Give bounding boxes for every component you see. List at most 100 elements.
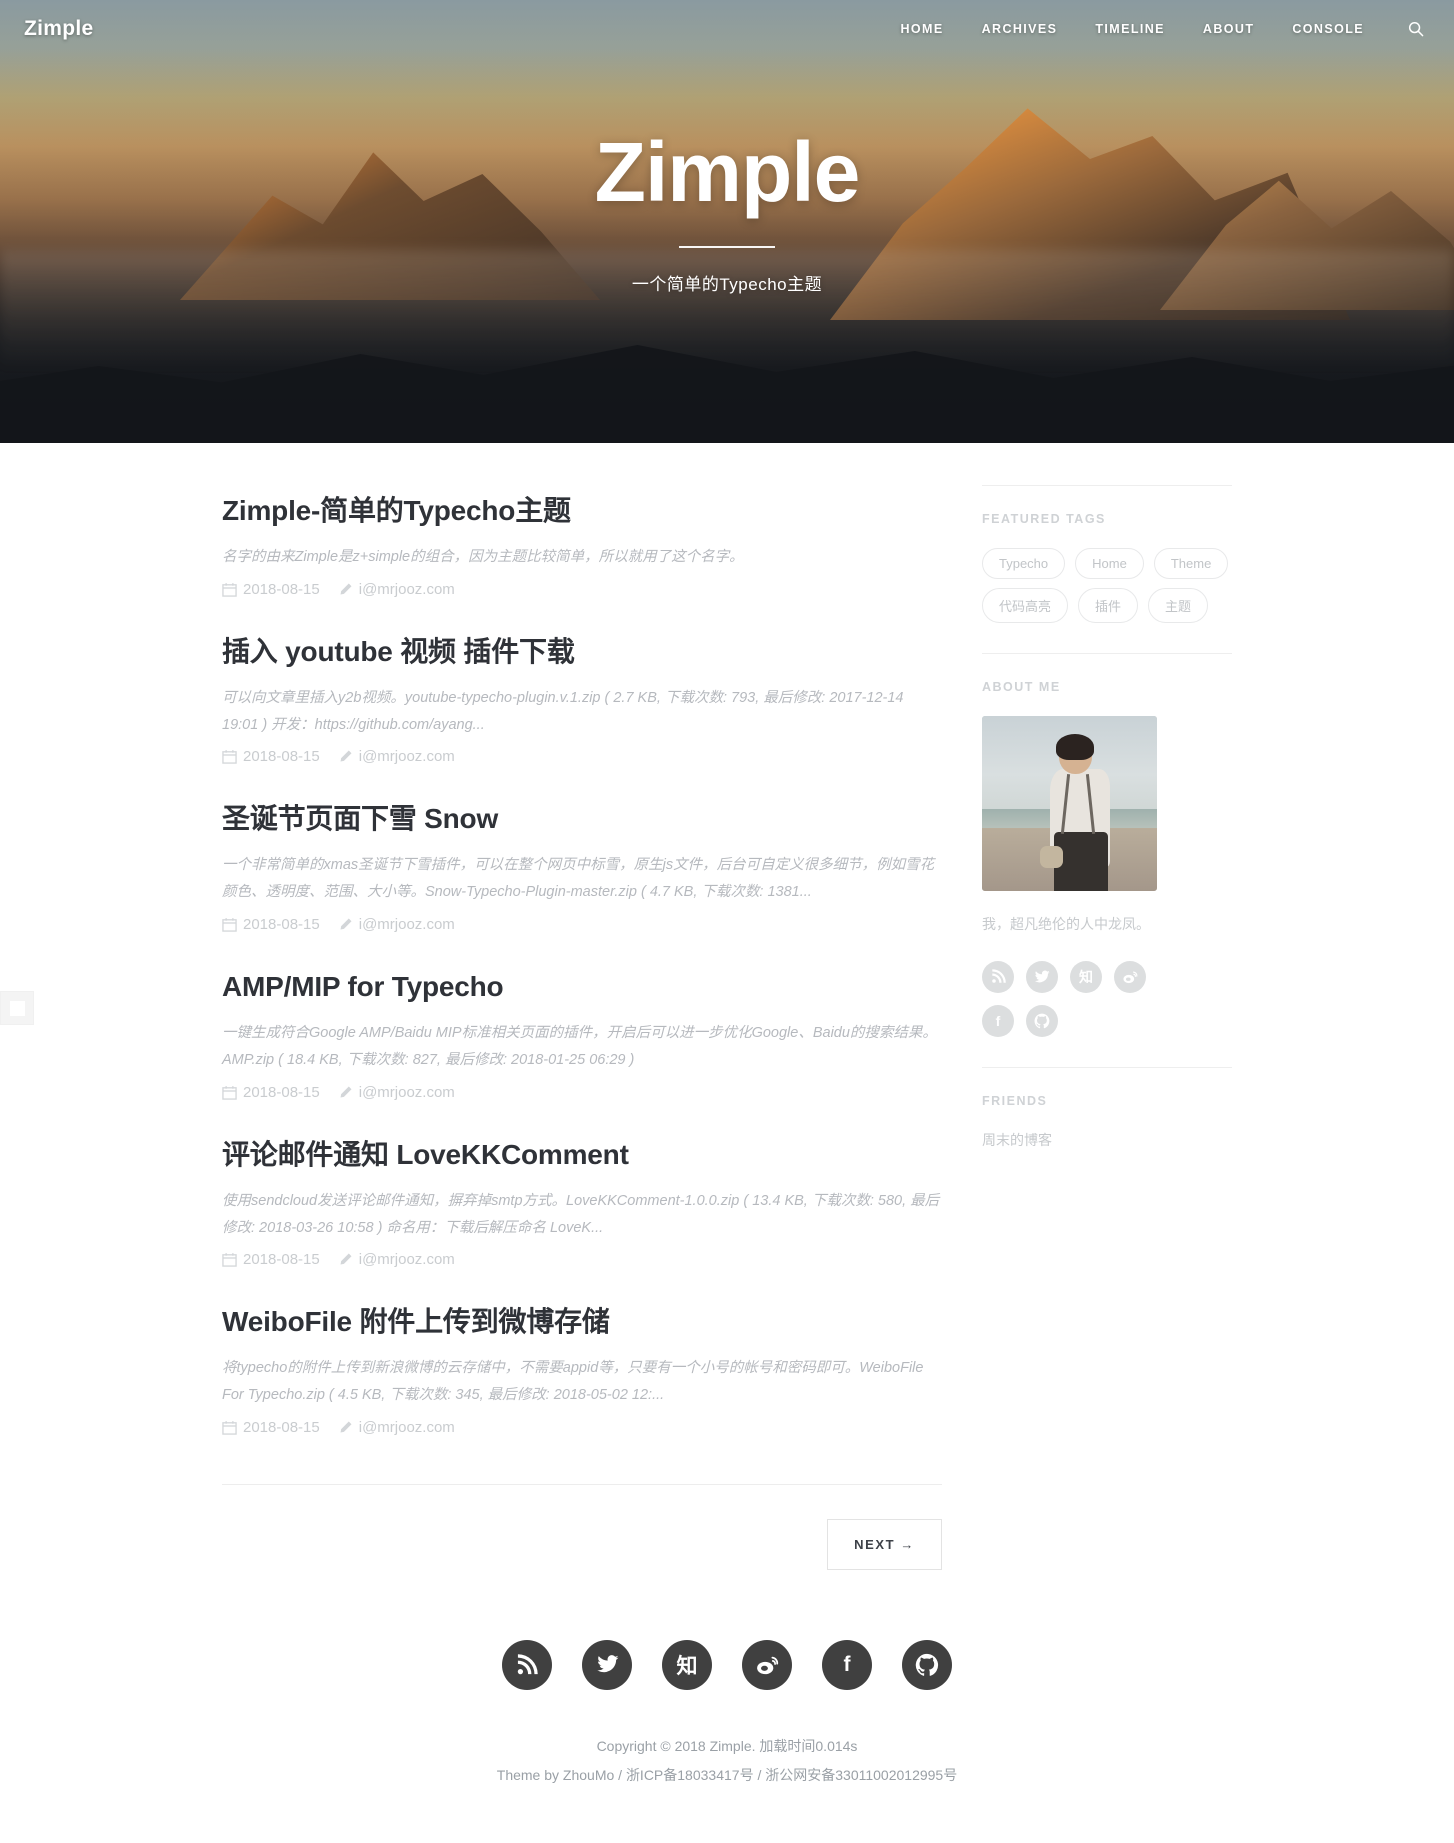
post-title[interactable]: 评论邮件通知 LoveKKComment bbox=[222, 1137, 942, 1172]
post-meta: 2018-08-15 i@mrjooz.com bbox=[222, 916, 942, 933]
tag-list: Typecho Home Theme 代码高亮 插件 主题 bbox=[982, 548, 1232, 623]
post-author-text: i@mrjooz.com bbox=[358, 1251, 455, 1269]
post-author-text: i@mrjooz.com bbox=[358, 1418, 455, 1436]
hero-text-block: Zimple 一个简单的Typecho主题 bbox=[0, 130, 1454, 295]
hero-divider bbox=[679, 246, 775, 248]
calendar-icon bbox=[222, 1253, 237, 1268]
content-container: Zimple-简单的Typecho主题 名字的由来Zimple是z+simple… bbox=[222, 443, 1232, 1570]
calendar-icon bbox=[222, 1085, 237, 1100]
friends-title: FRIENDS bbox=[982, 1093, 1048, 1108]
nav-item-about[interactable]: ABOUT bbox=[1203, 22, 1254, 36]
tag-item[interactable]: Theme bbox=[1153, 548, 1229, 579]
footer-credit-separator: / bbox=[753, 1767, 766, 1784]
footer-social-links: 知 f bbox=[0, 1639, 1454, 1690]
post-item: 插入 youtube 视频 插件下载 可以向文章里插入y2b视频。youtube… bbox=[222, 612, 942, 780]
about-me-title: ABOUT ME bbox=[982, 680, 1061, 694]
calendar-icon bbox=[222, 582, 237, 597]
post-date-text: 2018-08-15 bbox=[243, 1418, 320, 1436]
twitter-icon[interactable] bbox=[1026, 960, 1058, 993]
footer-icp-link[interactable]: 浙ICP备18033417号 bbox=[626, 1767, 754, 1783]
post-date: 2018-08-15 bbox=[222, 916, 320, 933]
post-author: i@mrjooz.com bbox=[338, 1419, 455, 1436]
post-author: i@mrjooz.com bbox=[338, 916, 455, 933]
tag-item[interactable]: 插件 bbox=[1078, 588, 1139, 623]
rss-icon[interactable] bbox=[982, 960, 1014, 993]
github-icon[interactable] bbox=[902, 1639, 952, 1690]
post-title[interactable]: AMP/MIP for Typecho bbox=[222, 969, 942, 1004]
panel-toggle-square-icon bbox=[9, 1000, 25, 1016]
page-wrapper: Zimple-简单的Typecho主题 名字的由来Zimple是z+simple… bbox=[0, 443, 1454, 1843]
facebook-icon[interactable]: f bbox=[982, 1004, 1014, 1037]
hero-title: Zimple bbox=[594, 125, 861, 219]
post-title[interactable]: Zimple-简单的Typecho主题 bbox=[222, 493, 942, 528]
nav-item-archives[interactable]: ARCHIVES bbox=[982, 22, 1058, 36]
calendar-icon bbox=[222, 750, 237, 765]
pencil-icon bbox=[340, 1253, 352, 1265]
footer-theme-credit: Theme by ZhouMo / bbox=[496, 1767, 626, 1784]
post-author-text: i@mrjooz.com bbox=[358, 916, 455, 934]
footer-gongan-link[interactable]: 浙公网安备33011002012995号 bbox=[765, 1767, 957, 1783]
post-meta: 2018-08-15 i@mrjooz.com bbox=[222, 1084, 942, 1101]
next-page-button[interactable]: NEXT → bbox=[827, 1518, 942, 1570]
tag-item[interactable]: 代码高亮 bbox=[982, 588, 1069, 623]
post-date-text: 2018-08-15 bbox=[243, 580, 320, 598]
post-date-text: 2018-08-15 bbox=[243, 748, 320, 766]
post-excerpt: 名字的由来Zimple是z+simple的组合，因为主题比较简单，所以就用了这个… bbox=[222, 549, 744, 565]
post-author: i@mrjooz.com bbox=[338, 1084, 455, 1101]
facebook-icon[interactable]: f bbox=[822, 1639, 872, 1690]
sidebar-friends: FRIENDS 周末的博客 bbox=[982, 1066, 1232, 1150]
post-item: WeiboFile 附件上传到微博存储 将typecho的附件上传到新浪微博的云… bbox=[222, 1282, 942, 1450]
tag-item[interactable]: 主题 bbox=[1148, 588, 1209, 623]
post-title[interactable]: 插入 youtube 视频 插件下载 bbox=[222, 634, 942, 669]
nav-item-timeline[interactable]: TIMELINE bbox=[1095, 22, 1165, 36]
post-date: 2018-08-15 bbox=[222, 1251, 320, 1268]
pencil-icon bbox=[340, 1421, 352, 1433]
weibo-icon[interactable] bbox=[1114, 960, 1146, 993]
weibo-icon[interactable] bbox=[742, 1639, 792, 1690]
twitter-icon[interactable] bbox=[582, 1639, 632, 1690]
post-excerpt: 将typecho的附件上传到新浪微博的云存储中，不需要appid等，只要有一个小… bbox=[222, 1360, 924, 1404]
post-item: 圣诞节页面下雪 Snow 一个非常简单的xmas圣诞节下雪插件，可以在整个网页中… bbox=[222, 779, 942, 947]
hero-subtitle: 一个简单的Typecho主题 bbox=[631, 275, 823, 294]
tag-item[interactable]: Home bbox=[1075, 548, 1144, 579]
primary-nav: HOME ARCHIVES TIMELINE ABOUT CONSOLE bbox=[900, 21, 1424, 37]
nav-item-console[interactable]: CONSOLE bbox=[1292, 22, 1364, 36]
pencil-icon bbox=[340, 583, 352, 595]
sidebar-about-me: ABOUT ME 我，超凡绝伦的人中龙凤。 知 f bbox=[982, 653, 1232, 1037]
site-brand[interactable]: Zimple bbox=[24, 17, 93, 41]
rss-icon[interactable] bbox=[502, 1639, 552, 1690]
post-item: Zimple-简单的Typecho主题 名字的由来Zimple是z+simple… bbox=[222, 483, 942, 612]
post-excerpt: 一键生成符合Google AMP/Baidu MIP标准相关页面的插件，开启后可… bbox=[222, 1025, 937, 1068]
post-title[interactable]: WeiboFile 附件上传到微博存储 bbox=[222, 1304, 942, 1339]
site-footer: 知 f Copyright © 2018 Zimple. 加载时间0.014s … bbox=[0, 1570, 1454, 1843]
sidebar: FEATURED TAGS Typecho Home Theme 代码高亮 插件… bbox=[982, 483, 1232, 1180]
featured-tags-title: FEATURED TAGS bbox=[982, 512, 1106, 526]
pencil-icon bbox=[340, 918, 352, 930]
left-edge-panel-toggle[interactable] bbox=[0, 991, 34, 1025]
zhihu-icon[interactable]: 知 bbox=[1070, 960, 1102, 993]
top-navbar: Zimple HOME ARCHIVES TIMELINE ABOUT CONS… bbox=[0, 0, 1454, 58]
tag-item[interactable]: Typecho bbox=[982, 548, 1066, 579]
post-date: 2018-08-15 bbox=[222, 1084, 320, 1101]
post-meta: 2018-08-15 i@mrjooz.com bbox=[222, 1419, 942, 1436]
post-meta: 2018-08-15 i@mrjooz.com bbox=[222, 1251, 942, 1268]
post-title[interactable]: 圣诞节页面下雪 Snow bbox=[222, 801, 942, 836]
post-author: i@mrjooz.com bbox=[338, 581, 455, 598]
post-author-text: i@mrjooz.com bbox=[358, 748, 455, 766]
zhihu-icon[interactable]: 知 bbox=[662, 1639, 712, 1690]
post-author: i@mrjooz.com bbox=[338, 1251, 455, 1268]
friend-link[interactable]: 周末的博客 bbox=[982, 1132, 1052, 1148]
post-meta: 2018-08-15 i@mrjooz.com bbox=[222, 581, 942, 598]
search-icon[interactable] bbox=[1408, 21, 1424, 37]
nav-item-home[interactable]: HOME bbox=[900, 22, 943, 36]
footer-credits: Theme by ZhouMo / 浙ICP备18033417号 / 浙公网安备… bbox=[0, 1761, 1454, 1790]
post-list: Zimple-简单的Typecho主题 名字的由来Zimple是z+simple… bbox=[222, 483, 982, 1570]
calendar-icon bbox=[222, 918, 237, 932]
avatar-bag bbox=[1039, 845, 1063, 869]
post-date: 2018-08-15 bbox=[222, 1419, 320, 1436]
github-icon[interactable] bbox=[1026, 1004, 1058, 1037]
pencil-icon bbox=[340, 1086, 352, 1098]
post-author: i@mrjooz.com bbox=[338, 748, 455, 765]
post-date-text: 2018-08-15 bbox=[243, 1251, 320, 1269]
pencil-icon bbox=[340, 750, 352, 762]
